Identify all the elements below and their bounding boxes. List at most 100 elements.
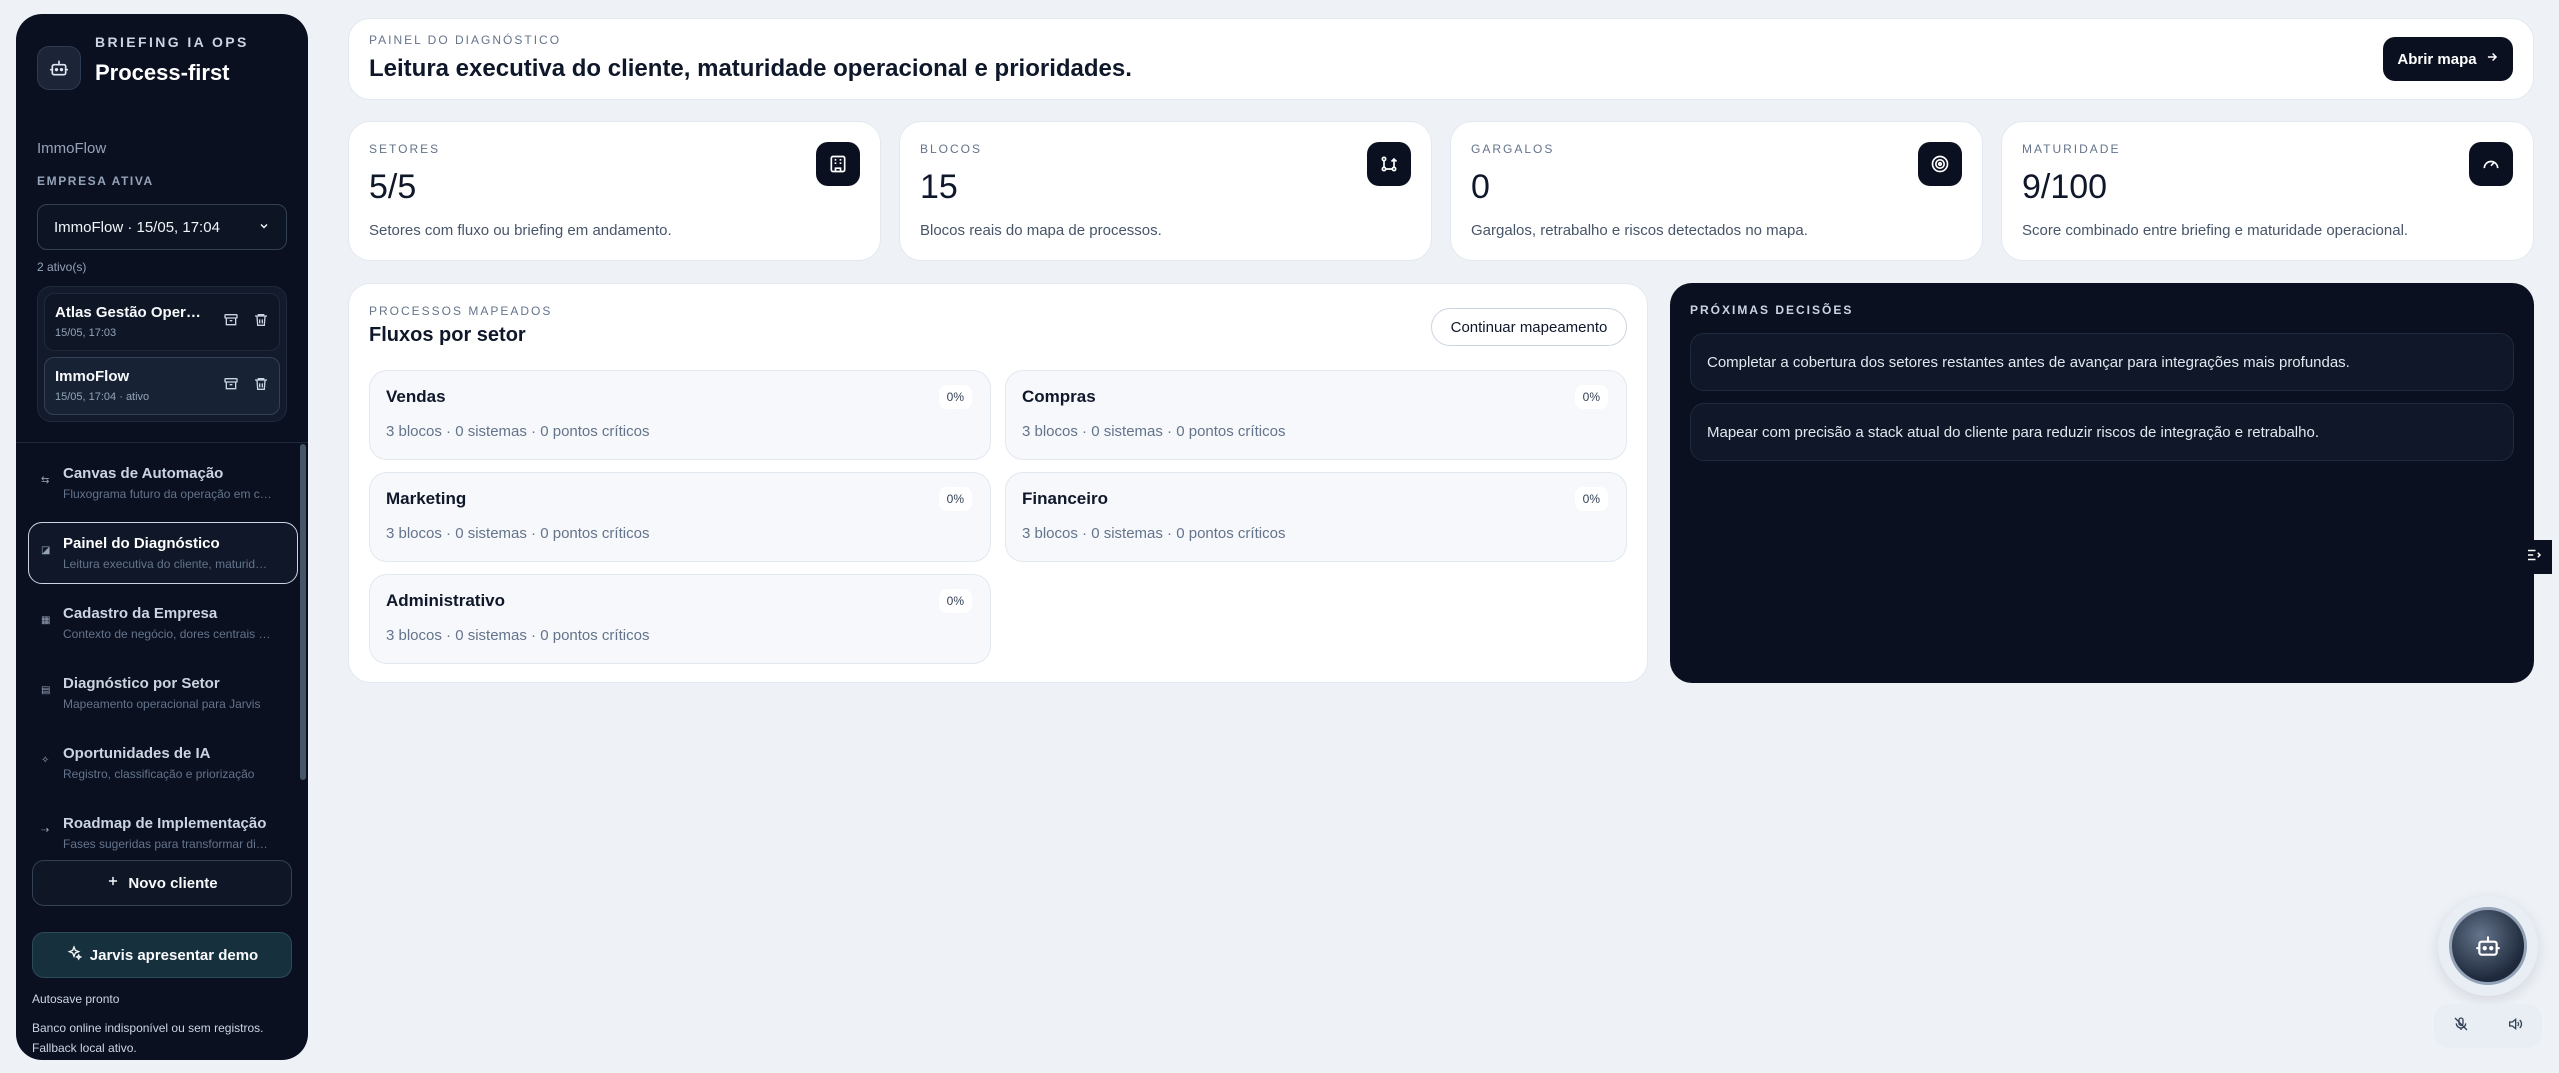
sector-progress-badge: 0%	[938, 589, 972, 613]
sector-card-marketing[interactable]: Marketing 3 blocos · 0 sistemas · 0 pont…	[369, 472, 991, 562]
nav-item-sub: Registro, classificação e priorização	[63, 767, 255, 781]
brand-kicker: BRIEFING IA OPS	[95, 34, 249, 50]
open-map-label: Abrir mapa	[2397, 50, 2477, 68]
clipboard-icon: ▤	[41, 685, 51, 696]
mic-off-icon[interactable]	[2453, 1016, 2469, 1037]
new-client-button[interactable]: Novo cliente	[32, 860, 292, 906]
sidebar-scrollbar[interactable]	[300, 444, 306, 780]
autosave-status: Autosave pronto	[32, 992, 120, 1006]
list-filter-icon	[2525, 546, 2543, 569]
fallback-notice: Banco online indisponível ou sem registr…	[32, 1021, 264, 1055]
robot-icon	[37, 46, 81, 90]
flow-icon: ⇆	[41, 475, 50, 486]
jarvis-demo-label: Jarvis apresentar demo	[89, 946, 259, 964]
arrow-right-icon	[2485, 50, 2499, 68]
nav-item-title: Painel do Diagnóstico	[63, 535, 220, 552]
nav-item-cadastro[interactable]: ▦ Cadastro da Empresa Contexto de negóci…	[28, 592, 298, 654]
company-select-value: ImmoFlow · 15/05, 17:04	[54, 218, 220, 236]
decision-item: Completar a cobertura dos setores restan…	[1690, 333, 2514, 391]
archive-icon[interactable]	[223, 376, 239, 392]
processes-title: Fluxos por setor	[369, 324, 526, 346]
client-meta: 15/05, 17:03	[55, 327, 117, 339]
sector-name: Marketing	[386, 489, 467, 508]
nav-item-sub: Fluxograma futuro da operação em camadas	[63, 487, 273, 501]
divider	[16, 442, 308, 443]
sector-card-vendas[interactable]: Vendas 3 blocos · 0 sistemas · 0 pontos …	[369, 370, 991, 460]
nav-item-title: Diagnóstico por Setor	[63, 675, 220, 692]
git-branch-icon	[1367, 142, 1411, 186]
decision-item: Mapear com precisão a stack atual do cli…	[1690, 403, 2514, 461]
jarvis-assistant-button[interactable]	[2438, 896, 2538, 996]
sector-name: Vendas	[386, 387, 446, 406]
open-map-button[interactable]: Abrir mapa	[2383, 37, 2513, 81]
new-client-label: Novo cliente	[128, 874, 218, 892]
nav-item-title: Oportunidades de IA	[63, 745, 211, 762]
sidebar-nav: ⇆ Canvas de Automação Fluxograma futuro …	[28, 452, 298, 860]
building-icon	[816, 142, 860, 186]
volume-icon[interactable]	[2507, 1016, 2523, 1037]
stat-desc: Setores com fluxo ou briefing em andamen…	[369, 222, 672, 239]
nav-item-oportunidades[interactable]: ✧ Oportunidades de IA Registro, classifi…	[28, 732, 298, 794]
stat-value: 0	[1471, 168, 1490, 206]
continue-mapping-button[interactable]: Continuar mapeamento	[1431, 308, 1627, 346]
stat-card-gargalos: GARGALOS 0 Gargalos, retrabalho e riscos…	[1450, 121, 1983, 261]
decisions-kicker: PRÓXIMAS DECISÕES	[1690, 303, 1854, 317]
plus-icon	[106, 874, 120, 892]
company-select[interactable]: ImmoFlow · 15/05, 17:04	[37, 204, 287, 250]
sector-card-administrativo[interactable]: Administrativo 3 blocos · 0 sistemas · 0…	[369, 574, 991, 664]
nav-item-canvas[interactable]: ⇆ Canvas de Automação Fluxograma futuro …	[28, 452, 298, 514]
brand-title: Process-first	[95, 60, 230, 85]
stat-card-maturidade: MATURIDADE 9/100 Score combinado entre b…	[2001, 121, 2534, 261]
stat-desc: Score combinado entre briefing e maturid…	[2022, 222, 2409, 239]
stat-value: 9/100	[2022, 168, 2108, 206]
sector-progress-badge: 0%	[1574, 487, 1608, 511]
nav-item-sub: Contexto de negócio, dores centrais e ob…	[63, 627, 273, 641]
building-icon: ▦	[41, 615, 51, 626]
trash-icon[interactable]	[253, 376, 269, 392]
nav-item-sub: Mapeamento operacional para Jarvis	[63, 697, 261, 711]
nav-item-sub: Fases sugeridas para transformar diagnós…	[63, 837, 273, 851]
nav-item-title: Cadastro da Empresa	[63, 605, 218, 622]
client-card-selected[interactable]: ImmoFlow 15/05, 17:04 · ativo	[44, 357, 280, 415]
stat-kicker: SETORES	[369, 142, 441, 156]
chart-icon: ◪	[41, 545, 51, 556]
sector-card-financeiro[interactable]: Financeiro 3 blocos · 0 sistemas · 0 pon…	[1005, 472, 1627, 562]
gauge-icon	[2469, 142, 2513, 186]
nav-item-painel[interactable]: ◪ Painel do Diagnóstico Leitura executiv…	[28, 522, 298, 584]
trash-icon[interactable]	[253, 312, 269, 328]
sidebar: BRIEFING IA OPS Process-first ImmoFlow E…	[16, 14, 308, 1060]
nav-item-roadmap[interactable]: ⇢ Roadmap de Implementação Fases sugerid…	[28, 802, 298, 860]
stat-kicker: BLOCOS	[920, 142, 983, 156]
nav-item-title: Roadmap de Implementação	[63, 815, 267, 832]
active-company-name: ImmoFlow	[37, 140, 107, 157]
sparkle-icon: ✧	[41, 755, 50, 766]
nav-item-title: Canvas de Automação	[63, 465, 224, 482]
stat-card-blocos: BLOCOS 15 Blocos reais do mapa de proces…	[899, 121, 1432, 261]
sparkles-icon	[66, 945, 82, 965]
client-meta: 15/05, 17:04 · ativo	[55, 391, 150, 403]
stat-desc: Blocos reais do mapa de processos.	[920, 222, 1162, 239]
client-name: ImmoFlow	[55, 368, 130, 385]
next-decisions-card: PRÓXIMAS DECISÕES Completar a cobertura …	[1670, 283, 2534, 683]
robot-icon	[2449, 907, 2527, 985]
active-company-label: EMPRESA ATIVA	[37, 174, 154, 188]
stat-desc: Gargalos, retrabalho e riscos detectados…	[1471, 222, 1808, 239]
stat-kicker: MATURIDADE	[2022, 142, 2121, 156]
nav-item-diagnostico[interactable]: ▤ Diagnóstico por Setor Mapeamento opera…	[28, 662, 298, 724]
jarvis-demo-button[interactable]: Jarvis apresentar demo	[32, 932, 292, 978]
client-card[interactable]: Atlas Gestão Operacional 15/05, 17:03	[44, 293, 280, 351]
sector-card-compras[interactable]: Compras 3 blocos · 0 sistemas · 0 pontos…	[1005, 370, 1627, 460]
sector-progress-badge: 0%	[938, 487, 972, 511]
sector-meta: 3 blocos · 0 sistemas · 0 pontos crítico…	[1022, 423, 1286, 440]
sector-name: Administrativo	[386, 591, 506, 610]
header-kicker: PAINEL DO DIAGNÓSTICO	[369, 33, 562, 47]
sector-meta: 3 blocos · 0 sistemas · 0 pontos crítico…	[386, 525, 650, 542]
stat-value: 15	[920, 168, 958, 206]
panel-toggle-button[interactable]	[2516, 540, 2552, 574]
sector-progress-badge: 0%	[1574, 385, 1608, 409]
brand: BRIEFING IA OPS Process-first	[37, 32, 249, 90]
archive-icon[interactable]	[223, 312, 239, 328]
sector-name: Financeiro	[1022, 489, 1108, 508]
header-card: PAINEL DO DIAGNÓSTICO Leitura executiva …	[348, 18, 2534, 100]
route-icon: ⇢	[41, 825, 50, 836]
